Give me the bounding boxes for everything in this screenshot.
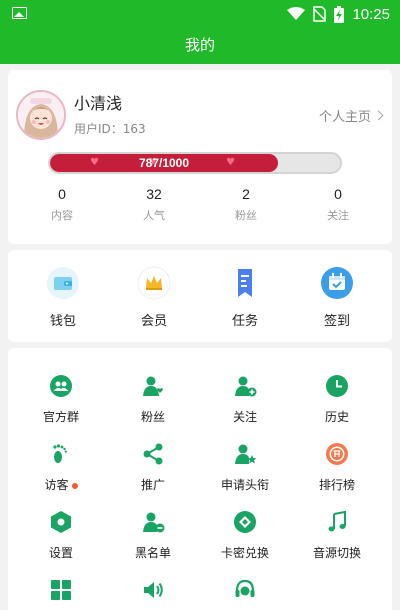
music-note-icon (328, 510, 346, 532)
settings-hexagon-icon (51, 511, 71, 533)
quick-action-vip[interactable]: 会员 (119, 266, 189, 329)
stat-label: 内容 (51, 209, 73, 222)
quick-action-label: 会员 (140, 314, 167, 329)
status-time: 10:25 (352, 5, 390, 23)
add-user-icon (235, 376, 257, 397)
badge-dot (71, 482, 78, 489)
menu-item-label-wrap: 访客 (16, 476, 106, 493)
level-progress-fill: ♥ ♥ ♥ 787/1000 (50, 154, 278, 172)
menu-item-following[interactable]: 关注 (200, 374, 290, 425)
page-title: 我的 (184, 36, 215, 54)
menu-item-label: 官方群 (42, 410, 79, 424)
menu-item-apps[interactable] (16, 578, 106, 606)
level-progress-bar: ♥ ♥ ♥ 787/1000 (48, 152, 342, 174)
quick-action-checkin[interactable]: 签到 (302, 266, 372, 329)
homepage-link[interactable]: 个人主页 (318, 106, 384, 125)
task-ribbon-icon (228, 266, 262, 300)
stat-popularity[interactable]: 32 人气 (119, 186, 189, 223)
speaker-icon (144, 582, 163, 598)
headset-service-icon (235, 579, 255, 597)
menu-item-label: 访客 (44, 478, 69, 492)
user-id: 用户ID：163 (74, 122, 146, 136)
homepage-link-label: 个人主页 (318, 110, 371, 125)
avatar[interactable] (16, 90, 66, 140)
menu-item-label: 推广 (140, 478, 165, 492)
stat-label: 人气 (143, 209, 165, 222)
clock-icon (326, 375, 348, 397)
menu-item-label: 排行榜 (318, 478, 355, 492)
calendar-check-icon (320, 266, 354, 300)
menu-item-fans[interactable]: 粉丝 (108, 374, 198, 425)
menu-item-label: 黑名单 (134, 546, 171, 560)
stat-value: 0 (58, 186, 66, 202)
redeem-icon (234, 511, 256, 533)
menu-item-label: 历史 (324, 410, 349, 424)
user-minus-icon (143, 512, 165, 533)
quick-actions-card: 钱包 会员 任务 签到 (8, 250, 392, 342)
menu-item-customer-service[interactable] (200, 578, 290, 606)
level-progress-text: 787/1000 (138, 156, 190, 170)
stat-content[interactable]: 0 内容 (27, 186, 97, 223)
menu-item-label: 设置 (48, 546, 73, 560)
menu-item-label: 申请头衔 (220, 478, 269, 492)
menu-item-apply-title[interactable]: 申请头衔 (200, 442, 290, 493)
grid-apps-icon (51, 580, 71, 600)
menu-item-redeem-code[interactable]: 卡密兑换 (200, 510, 290, 561)
battery-charging-icon (334, 5, 345, 23)
menu-item-audio-source[interactable]: 音源切换 (292, 510, 382, 561)
crown-icon (137, 266, 171, 300)
stat-label: 粉丝 (235, 209, 257, 222)
menu-item-settings[interactable]: 设置 (16, 510, 106, 561)
menu-grid-card: 官方群 粉丝 关注 历史 访客 推广 申请头衔 排行榜 设置 黑名单 卡密兑换 (8, 348, 392, 610)
stat-label: 关注 (327, 209, 349, 222)
menu-item-official-group[interactable]: 官方群 (16, 374, 106, 425)
stat-value: 2 (242, 186, 250, 202)
stat-following[interactable]: 0 关注 (303, 186, 373, 223)
menu-item-visitors[interactable]: 访客 (16, 442, 106, 493)
footprint-icon (53, 444, 67, 463)
quick-action-wallet[interactable]: 钱包 (28, 266, 98, 329)
menu-item-label: 卡密兑换 (220, 546, 269, 560)
rank-icon (326, 443, 348, 465)
share-icon (143, 443, 163, 465)
chevron-right-icon (373, 110, 384, 121)
profile-card: 小清浅 用户ID：163 个人主页 ♥ ♥ ♥ 787/1000 0 内容 32… (8, 70, 392, 244)
wifi-icon (287, 7, 306, 20)
quick-action-label: 签到 (323, 314, 350, 329)
no-sim-icon (313, 6, 327, 22)
status-bar: 10:25 (0, 0, 400, 28)
menu-item-sound[interactable] (108, 578, 198, 606)
top-app-bar: 我的 (0, 28, 400, 64)
username: 小清浅 (74, 94, 123, 113)
avatar-illustration-icon (18, 92, 64, 138)
stat-fans[interactable]: 2 粉丝 (211, 186, 281, 223)
menu-item-blacklist[interactable]: 黑名单 (108, 510, 198, 561)
menu-item-label: 粉丝 (140, 410, 165, 424)
quick-action-label: 任务 (231, 314, 258, 329)
stat-value: 32 (146, 186, 162, 202)
wallet-icon (46, 266, 80, 300)
group-icon (50, 375, 72, 397)
quick-action-label: 钱包 (49, 314, 76, 329)
stat-value: 0 (334, 186, 342, 202)
menu-item-history[interactable]: 历史 (292, 374, 382, 425)
image-notification-icon (12, 7, 27, 19)
user-star-icon (235, 444, 257, 464)
fans-icon (143, 376, 163, 396)
menu-item-promote[interactable]: 推广 (108, 442, 198, 493)
menu-item-label: 关注 (232, 410, 257, 424)
menu-item-label: 音源切换 (312, 546, 361, 560)
menu-item-leaderboard[interactable]: 排行榜 (292, 442, 382, 493)
quick-action-tasks[interactable]: 任务 (210, 266, 280, 329)
